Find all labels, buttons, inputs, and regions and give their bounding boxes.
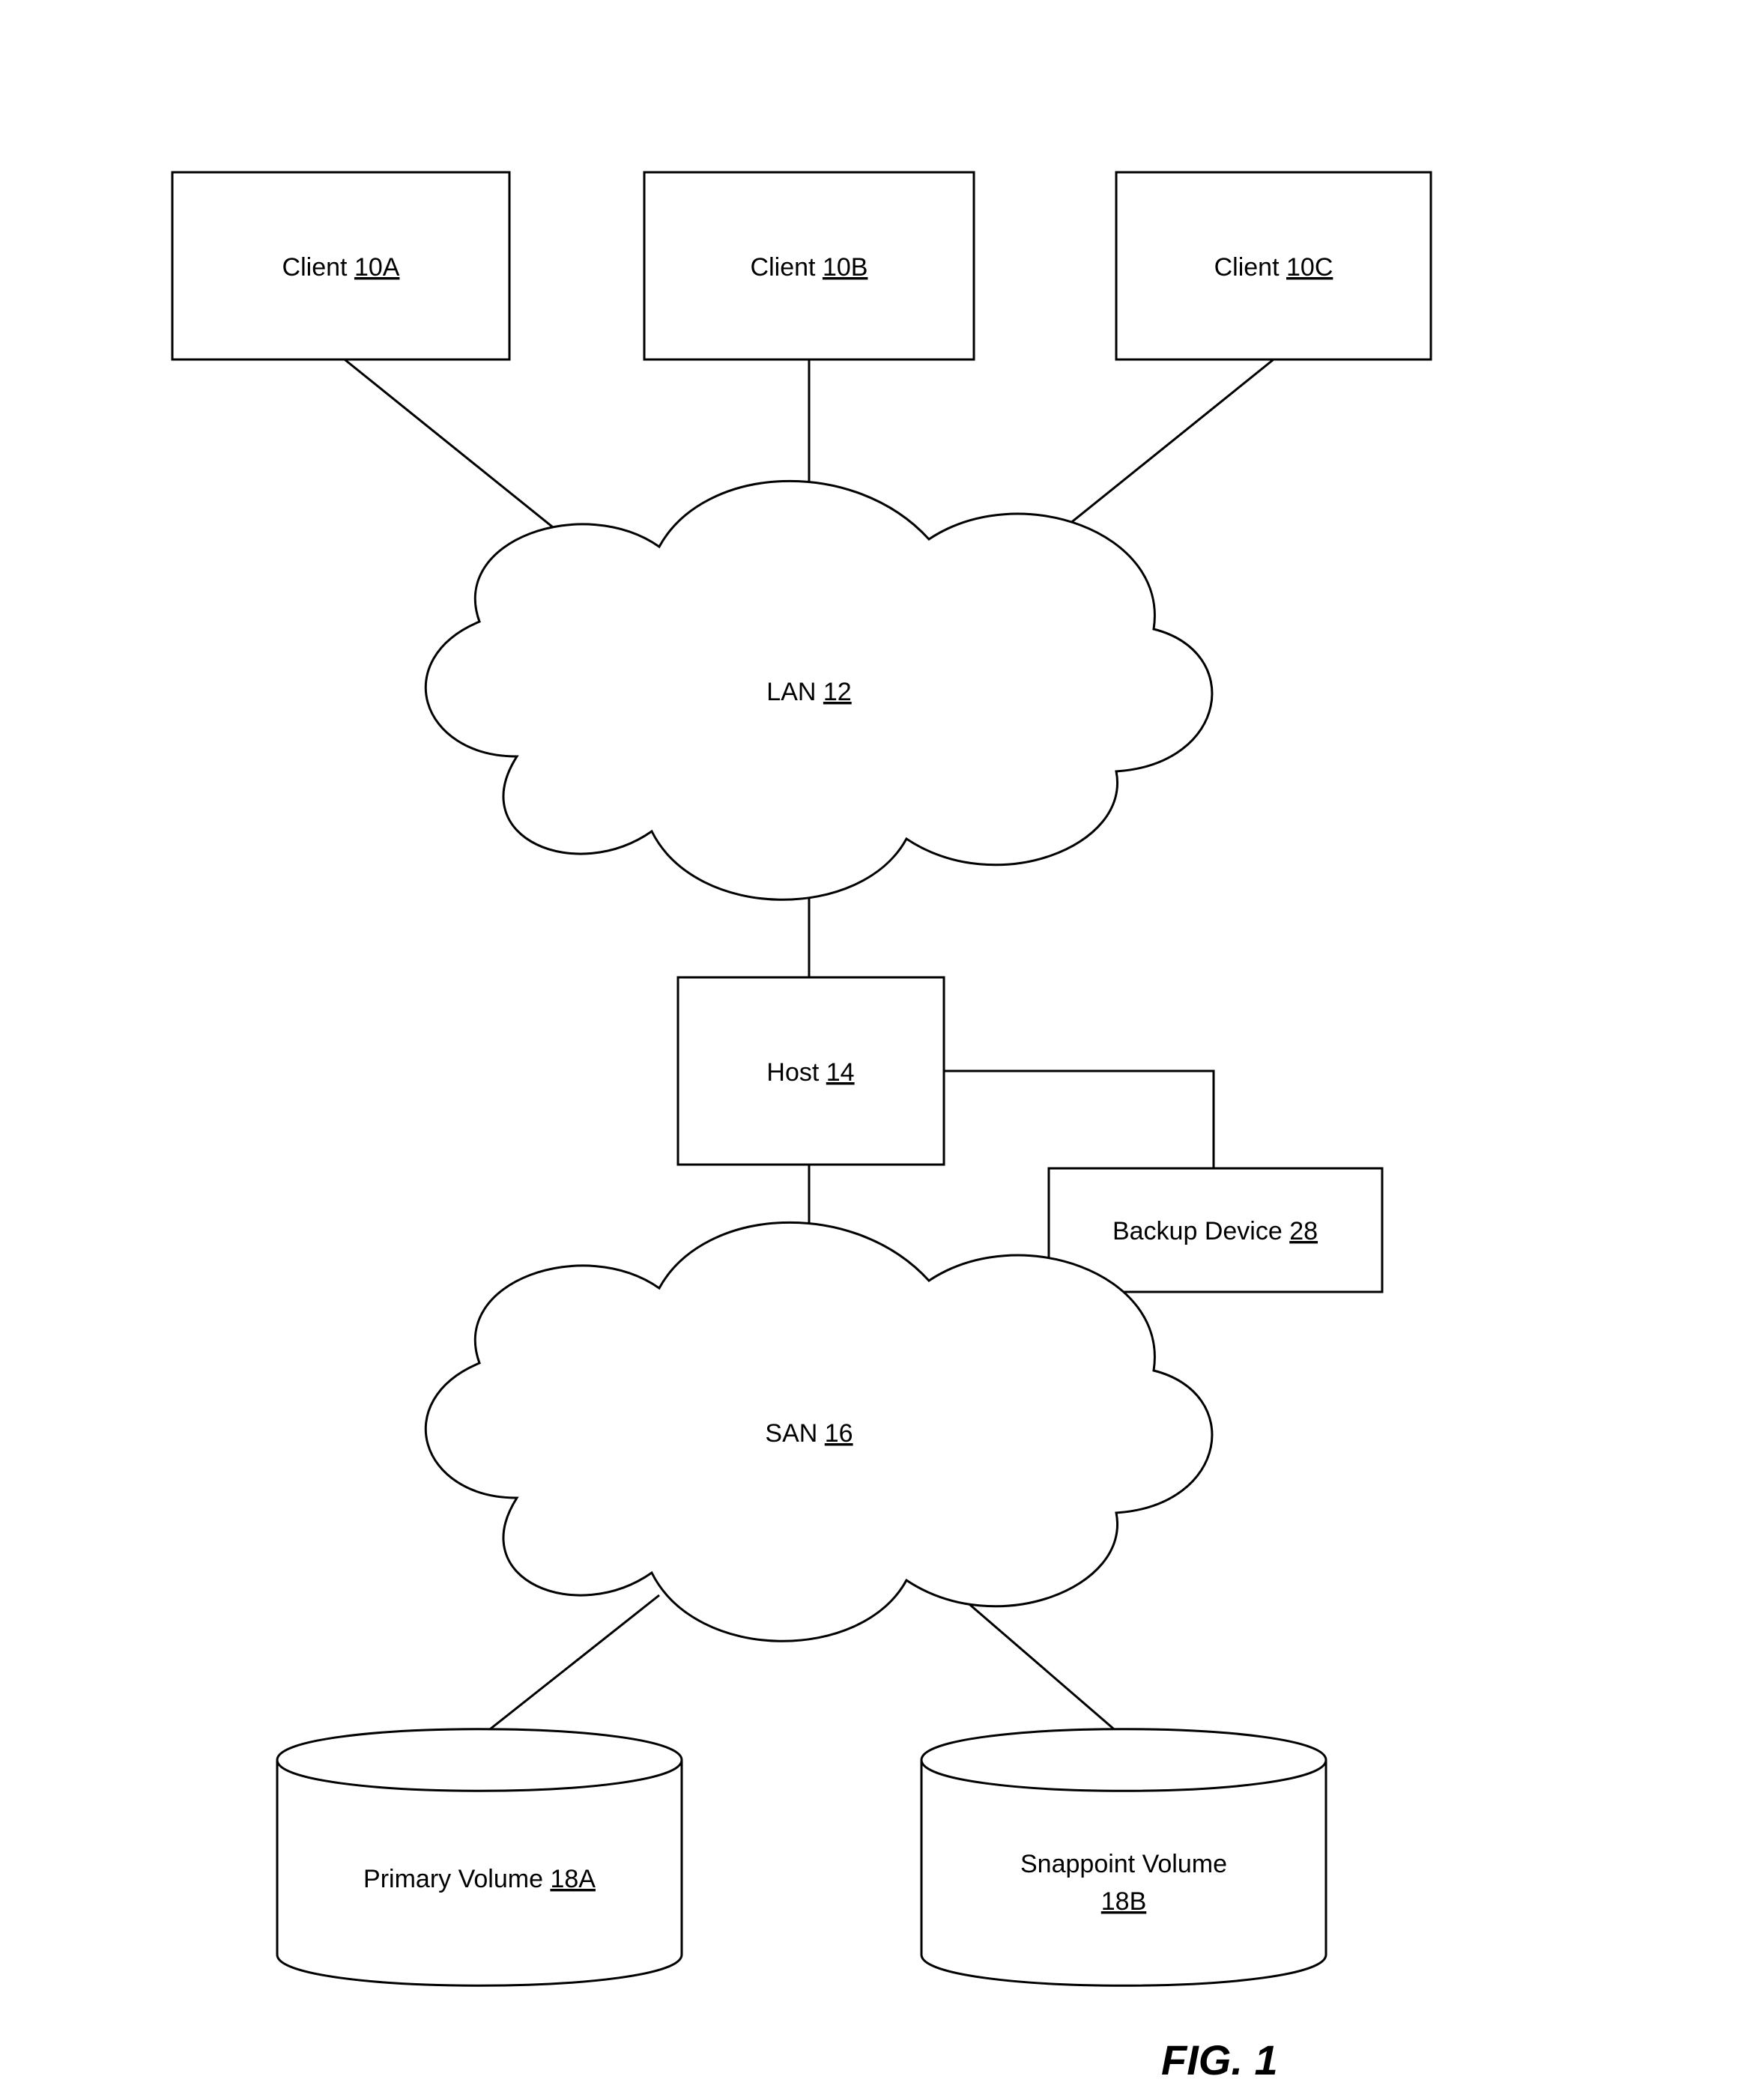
backup-label: Backup Device [1112,1217,1283,1245]
svg-text:Client 10A: Client 10A [282,253,400,282]
host-label: Host [766,1058,819,1087]
lan-cloud: LAN 12 [426,481,1212,899]
backup-ref: 28 [1289,1217,1318,1245]
backup-device-box: Backup Device 28 [1049,1168,1382,1292]
client-b-ref: 10B [823,253,868,282]
snappoint-volume-label: Snappoint Volume [1020,1850,1227,1878]
san-cloud: SAN 16 [426,1222,1212,1641]
host-ref: 14 [826,1058,855,1087]
connector [479,1595,659,1738]
snappoint-volume-ref: 18B [1101,1887,1147,1916]
svg-text:Backup Device 28: Backup Device 28 [1112,1217,1318,1245]
client-b-label: Client [751,253,816,282]
lan-ref: 12 [823,678,852,706]
primary-volume-ref: 18A [550,1865,596,1893]
svg-text:Host 14: Host 14 [766,1058,854,1087]
figure-caption: FIG. 1 [1161,2036,1278,2084]
client-c-ref: 10C [1286,253,1333,282]
svg-text:Client 10C: Client 10C [1214,253,1333,282]
connector [944,1071,1214,1168]
svg-text:LAN 12: LAN 12 [766,678,851,706]
svg-text:Primary Volume: Primary Volume 18A [363,1865,596,1893]
host-box: Host 14 [678,977,944,1165]
primary-volume-label: Primary Volume [363,1865,543,1893]
svg-text:SAN 16: SAN 16 [765,1419,853,1448]
client-box-a: Client 10A [172,172,509,359]
lan-label: LAN [766,678,816,706]
san-label: SAN [765,1419,817,1448]
client-box-b: Client 10B [644,172,974,359]
san-ref: 16 [825,1419,853,1448]
diagram-canvas: Client 10A Client 10B Client 10C LAN 12 [0,0,1741,2100]
client-a-label: Client [282,253,348,282]
svg-text:Client 10B: Client 10B [751,253,868,282]
client-box-c: Client 10C [1116,172,1431,359]
snappoint-volume-cylinder: Snappoint Volume 18B [921,1729,1326,1986]
client-c-label: Client [1214,253,1280,282]
connector [959,1595,1124,1738]
primary-volume-cylinder: Primary Volume 18A [277,1729,682,1986]
client-a-ref: 10A [354,253,400,282]
